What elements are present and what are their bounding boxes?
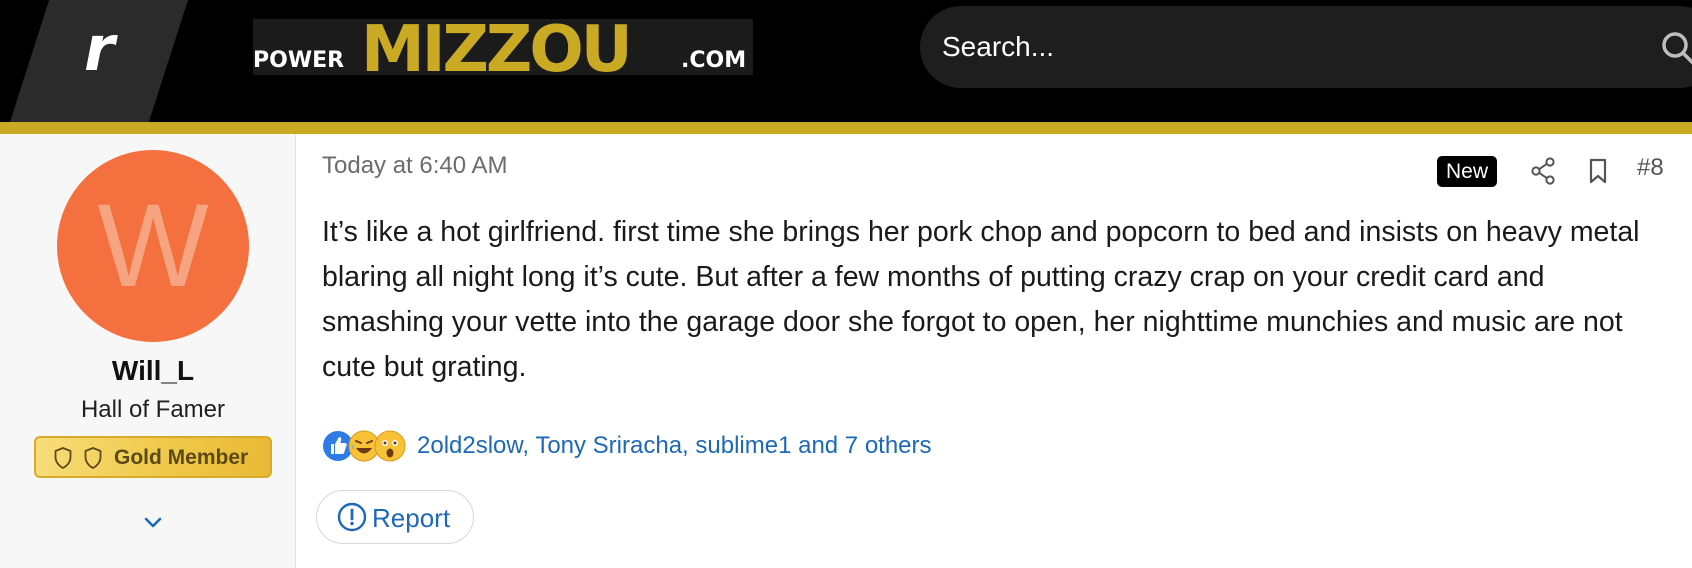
- network-logo-letter: r: [84, 12, 115, 85]
- site-logo-name: MIZZOU: [361, 19, 633, 75]
- search-icon[interactable]: [1660, 30, 1692, 66]
- username-link[interactable]: Will_L: [0, 355, 306, 387]
- author-panel: W Will_L Hall of Famer Gold Member: [0, 134, 296, 568]
- info-icon: [337, 502, 367, 532]
- report-button[interactable]: Report: [316, 490, 474, 544]
- search-bar: [920, 6, 1692, 88]
- avatar-letter: W: [97, 180, 209, 312]
- shield-icon: [54, 447, 72, 469]
- member-badge: Gold Member: [34, 436, 272, 478]
- user-title: Hall of Famer: [80, 396, 226, 423]
- header-divider: [0, 122, 1692, 134]
- report-label: Report: [372, 503, 451, 533]
- site-logo[interactable]: POWER MIZZOU .COM: [253, 19, 753, 75]
- post-number-link[interactable]: #8: [1637, 154, 1664, 182]
- shield-icon: [84, 447, 102, 469]
- site-logo-suffix: .COM: [681, 48, 747, 73]
- network-logo[interactable]: r: [10, 0, 188, 122]
- site-logo-prefix: POWER: [253, 48, 345, 73]
- post-body: It’s like a hot girlfriend. first time s…: [322, 216, 1640, 383]
- bookmark-icon[interactable]: [1587, 158, 1609, 184]
- site-header: r POWER MIZZOU .COM: [0, 0, 1692, 122]
- wow-icon: [374, 430, 406, 462]
- post-timestamp[interactable]: Today at 6:40 AM: [322, 152, 507, 180]
- chevron-down-icon[interactable]: [142, 514, 164, 530]
- search-input[interactable]: [942, 24, 1542, 70]
- badge-label: Gold Member: [114, 446, 249, 469]
- new-badge: New: [1437, 156, 1498, 187]
- avatar[interactable]: W: [57, 150, 249, 342]
- share-icon[interactable]: [1530, 157, 1556, 185]
- reaction-users-link[interactable]: 2old2slow, Tony Sriracha, sublime1 and 7…: [417, 432, 932, 460]
